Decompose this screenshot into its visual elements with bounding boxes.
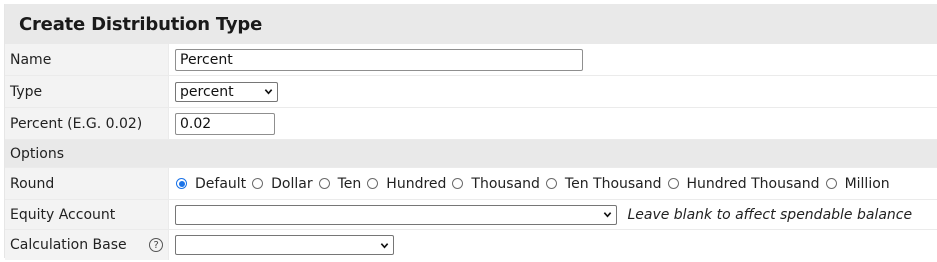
type-label: Type xyxy=(5,75,169,108)
name-label: Name xyxy=(5,44,169,76)
round-radio-default[interactable] xyxy=(176,178,187,189)
options-section-header: Options xyxy=(5,139,937,168)
round-radio-group: Default Dollar Ten Hundred Thousand Ten … xyxy=(175,176,937,192)
round-radio-million[interactable] xyxy=(825,178,837,189)
round-radio-dollar[interactable] xyxy=(252,178,264,189)
percent-input[interactable] xyxy=(175,112,275,135)
round-row: Round Default Dollar Ten Hundred Thousan… xyxy=(5,167,937,200)
round-option-label: Ten xyxy=(337,175,362,192)
equity-account-select[interactable] xyxy=(175,204,617,225)
round-radio-ten-thousand[interactable] xyxy=(545,178,557,189)
question-circle-icon[interactable]: ? xyxy=(149,238,164,252)
round-radio-ten[interactable] xyxy=(318,178,330,189)
equity-account-label: Equity Account xyxy=(5,199,169,230)
round-option-dollar[interactable]: Dollar xyxy=(251,175,313,192)
calculation-base-select[interactable] xyxy=(175,235,394,255)
type-select-value: percent xyxy=(180,83,234,100)
round-option-label: Hundred Thousand xyxy=(686,175,820,192)
round-option-label: Default xyxy=(195,175,247,192)
round-option-thousand[interactable]: Thousand xyxy=(451,176,540,192)
round-option-label: Ten Thousand xyxy=(564,175,662,192)
type-select[interactable]: percent xyxy=(175,81,278,102)
round-option-ten-thousand[interactable]: Ten Thousand xyxy=(545,176,662,192)
calculation-base-label: Calculation Base xyxy=(10,237,127,253)
title-bar: Create Distribution Type xyxy=(5,4,937,44)
round-option-label: Million xyxy=(844,175,890,192)
round-option-label: Hundred xyxy=(386,175,447,192)
name-row: Name xyxy=(5,44,937,76)
calculation-base-row: Calculation Base ? xyxy=(5,229,937,260)
round-radio-hundred-thousand[interactable] xyxy=(667,178,679,189)
name-input[interactable] xyxy=(175,48,583,71)
round-option-label: Thousand xyxy=(471,175,540,192)
round-option-hundred[interactable]: Hundred xyxy=(366,176,446,192)
round-option-million[interactable]: Million xyxy=(825,176,890,192)
equity-account-row: Equity Account Leave blank to affect spe… xyxy=(5,199,937,230)
create-distribution-type-panel: Create Distribution Type Name Type perce… xyxy=(4,4,937,260)
percent-row: Percent (E.G. 0.02) xyxy=(5,107,937,140)
chevron-down-icon xyxy=(264,89,273,95)
options-section-row: Options xyxy=(5,139,937,168)
distribution-type-form: Name Type percent Percent (E.G. 0.02) xyxy=(5,44,937,260)
round-label: Round xyxy=(5,167,169,200)
round-option-default[interactable]: Default xyxy=(175,176,246,192)
page-title: Create Distribution Type xyxy=(19,13,263,35)
type-row: Type percent xyxy=(5,75,937,108)
chevron-down-icon xyxy=(603,212,612,218)
round-option-ten[interactable]: Ten xyxy=(318,175,362,192)
round-option-label: Dollar xyxy=(271,175,313,192)
equity-account-hint: Leave blank to affect spendable balance xyxy=(627,206,913,223)
percent-label: Percent (E.G. 0.02) xyxy=(5,107,169,140)
chevron-down-icon xyxy=(380,242,389,249)
round-radio-thousand[interactable] xyxy=(452,178,464,189)
round-radio-hundred[interactable] xyxy=(367,178,379,189)
round-option-hundred-thousand[interactable]: Hundred Thousand xyxy=(667,176,820,192)
